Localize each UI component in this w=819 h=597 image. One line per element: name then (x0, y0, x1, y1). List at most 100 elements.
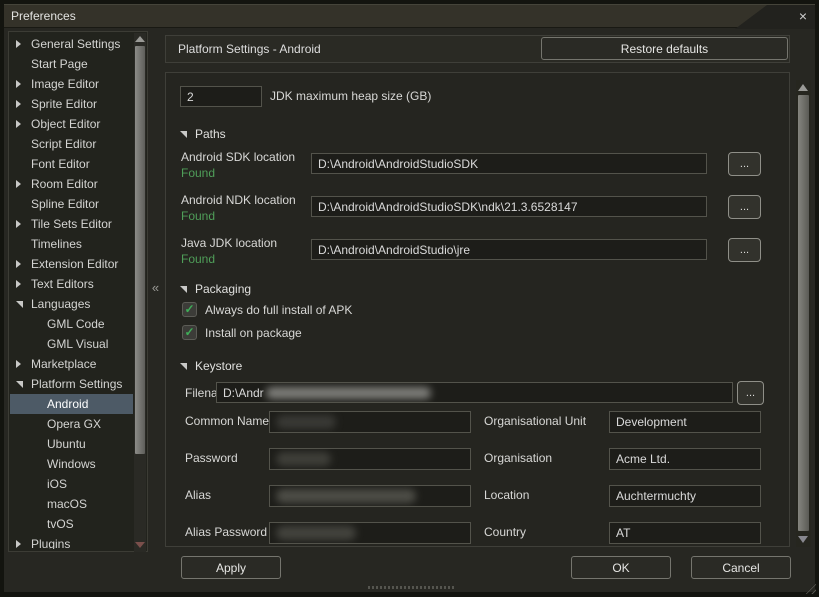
sidebar-item-opera-gx[interactable]: Opera GX (10, 414, 133, 434)
collapsed-arrow-icon[interactable] (16, 100, 21, 108)
sidebar-item-object-editor[interactable]: Object Editor (10, 114, 133, 134)
apply-button[interactable]: Apply (181, 556, 281, 579)
sidebar-item-label: Spline Editor (31, 197, 99, 211)
section-collapse-icon[interactable] (180, 131, 187, 138)
sidebar-item-marketplace[interactable]: Marketplace (10, 354, 133, 374)
redacted-value-blur (276, 526, 356, 540)
collapsed-arrow-icon[interactable] (16, 260, 21, 268)
sidebar-item-languages[interactable]: Languages (10, 294, 133, 314)
window-title: Preferences (11, 5, 76, 28)
expanded-arrow-icon[interactable] (16, 381, 23, 388)
browse-button[interactable]: ... (728, 195, 761, 219)
sidebar-item-tvos[interactable]: tvOS (10, 514, 133, 534)
keystore-input-country[interactable] (609, 522, 761, 544)
keystore-input-location[interactable] (609, 485, 761, 507)
collapsed-arrow-icon[interactable] (16, 40, 21, 48)
ok-button[interactable]: OK (571, 556, 671, 579)
cancel-button[interactable]: Cancel (691, 556, 791, 579)
titlebar[interactable]: Preferences × (4, 4, 815, 28)
section-collapse-icon[interactable] (180, 363, 187, 370)
path-label-android-sdk-location: Android SDK location (181, 150, 295, 165)
section-keystore[interactable]: Keystore (180, 359, 242, 373)
close-icon[interactable]: × (799, 5, 807, 28)
collapsed-arrow-icon[interactable] (16, 360, 21, 368)
sidebar-scrollbar-thumb[interactable] (135, 46, 145, 454)
sidebar-item-ios[interactable]: iOS (10, 474, 133, 494)
sidebar-item-ubuntu[interactable]: Ubuntu (10, 434, 133, 454)
keystore-label-organisational-unit: Organisational Unit (484, 414, 586, 429)
section-title: Paths (195, 127, 226, 141)
browse-button[interactable]: ... (737, 381, 764, 405)
content-scrollbar-thumb[interactable] (798, 95, 809, 531)
sidebar-item-label: Object Editor (31, 117, 100, 131)
collapsed-arrow-icon[interactable] (16, 280, 21, 288)
redacted-value-blur (276, 415, 336, 429)
sidebar-item-tile-sets-editor[interactable]: Tile Sets Editor (10, 214, 133, 234)
path-input-android-sdk-location[interactable] (311, 153, 707, 174)
keystore-label-alias: Alias (185, 488, 211, 503)
sidebar-item-start-page[interactable]: Start Page (10, 54, 133, 74)
sidebar-item-sprite-editor[interactable]: Sprite Editor (10, 94, 133, 114)
keystore-input-alias[interactable] (269, 485, 471, 507)
sidebar-item-general-settings[interactable]: General Settings (10, 34, 133, 54)
heap-size-input[interactable] (180, 86, 262, 107)
keystore-input-alias-password[interactable] (269, 522, 471, 544)
check-icon: ✓ (184, 303, 194, 316)
scroll-up-icon[interactable] (135, 36, 145, 42)
collapsed-arrow-icon[interactable] (16, 120, 21, 128)
collapsed-arrow-icon[interactable] (16, 540, 21, 548)
sidebar-item-plugins[interactable]: Plugins (10, 534, 133, 549)
scroll-down-icon[interactable] (798, 536, 808, 543)
keystore-input-password[interactable] (269, 448, 471, 470)
arrow-slot (16, 220, 31, 228)
sidebar-item-gml-visual[interactable]: GML Visual (10, 334, 133, 354)
sidebar-item-label: Image Editor (31, 77, 99, 91)
path-input-java-jdk-location[interactable] (311, 239, 707, 260)
sidebar-item-timelines[interactable]: Timelines (10, 234, 133, 254)
sidebar-scrollbar[interactable] (134, 33, 146, 552)
restore-defaults-button[interactable]: Restore defaults (541, 37, 788, 60)
section-packaging[interactable]: Packaging (180, 282, 251, 296)
scroll-down-icon[interactable] (135, 542, 145, 548)
sidebar-item-room-editor[interactable]: Room Editor (10, 174, 133, 194)
window-frame (815, 0, 819, 597)
checkbox-always-do-full-install-of-apk[interactable]: ✓ (182, 302, 197, 317)
sidebar-item-macos[interactable]: macOS (10, 494, 133, 514)
sidebar-item-android[interactable]: Android (10, 394, 133, 414)
filename-input[interactable]: D:\Andr (216, 382, 733, 403)
sidebar-item-spline-editor[interactable]: Spline Editor (10, 194, 133, 214)
sidebar-item-font-editor[interactable]: Font Editor (10, 154, 133, 174)
collapsed-arrow-icon[interactable] (16, 180, 21, 188)
sidebar-item-gml-code[interactable]: GML Code (10, 314, 133, 334)
resize-grip[interactable] (803, 581, 816, 594)
sidebar-item-label: GML Code (47, 317, 105, 331)
checkbox-install-on-package[interactable]: ✓ (182, 325, 197, 340)
sidebar-item-script-editor[interactable]: Script Editor (10, 134, 133, 154)
sidebar-item-label: Sprite Editor (31, 97, 97, 111)
expanded-arrow-icon[interactable] (16, 301, 23, 308)
sidebar-item-extension-editor[interactable]: Extension Editor (10, 254, 133, 274)
keystore-input-common-name[interactable] (269, 411, 471, 433)
browse-button[interactable]: ... (728, 152, 761, 176)
sidebar-item-image-editor[interactable]: Image Editor (10, 74, 133, 94)
scroll-up-icon[interactable] (798, 84, 808, 91)
keystore-input-organisation[interactable] (609, 448, 761, 470)
sidebar-item-text-editors[interactable]: Text Editors (10, 274, 133, 294)
section-collapse-icon[interactable] (180, 286, 187, 293)
path-input-android-ndk-location[interactable] (311, 196, 707, 217)
sidebar-item-windows[interactable]: Windows (10, 454, 133, 474)
sidebar-item-platform-settings[interactable]: Platform Settings (10, 374, 133, 394)
drag-handle-dots[interactable] (368, 586, 454, 589)
path-status: Found (181, 252, 215, 267)
section-paths[interactable]: Paths (180, 127, 226, 141)
arrow-slot (16, 120, 31, 128)
checkbox-label: Always do full install of APK (205, 303, 352, 318)
collapse-sidebar-button[interactable]: « (148, 280, 162, 296)
keystore-input-organisational-unit[interactable] (609, 411, 761, 433)
collapsed-arrow-icon[interactable] (16, 80, 21, 88)
collapsed-arrow-icon[interactable] (16, 220, 21, 228)
browse-button[interactable]: ... (728, 238, 761, 262)
sidebar-item-label: macOS (47, 497, 87, 511)
content-scrollbar[interactable] (796, 80, 811, 547)
arrow-slot (16, 80, 31, 88)
